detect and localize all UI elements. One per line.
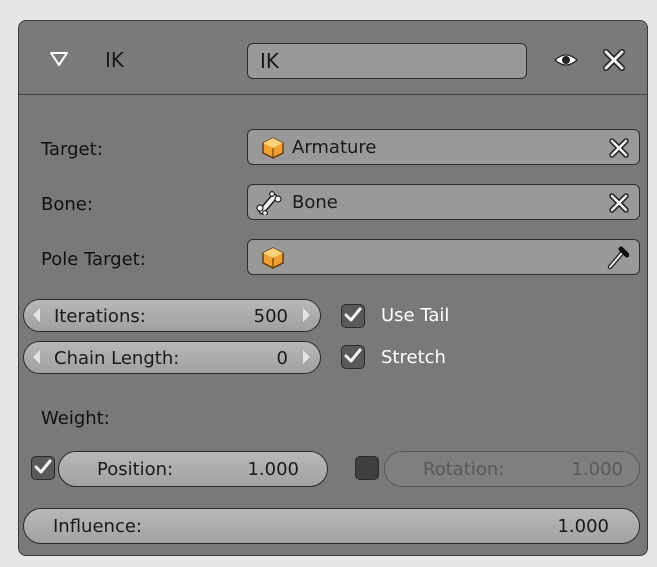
chain-length-label: Chain Length:: [54, 348, 180, 369]
checkmark-icon: [344, 348, 362, 363]
increment-arrow-icon[interactable]: [303, 308, 310, 322]
object-cube-icon: [262, 247, 284, 269]
eye-icon[interactable]: [553, 50, 579, 70]
collapse-triangle-icon[interactable]: [50, 52, 68, 66]
panel-header: IK IK: [19, 21, 647, 95]
position-value: 1.000: [247, 459, 299, 480]
pole-target-label: Pole Target:: [41, 249, 146, 270]
checkmark-icon: [34, 459, 52, 474]
position-weight-slider[interactable]: Position: 1.000: [58, 451, 328, 487]
chain-length-value: 0: [276, 348, 288, 369]
rotation-value: 1.000: [571, 459, 623, 480]
increment-arrow-icon[interactable]: [303, 350, 310, 364]
influence-label: Influence:: [53, 516, 142, 537]
iterations-slider[interactable]: Iterations: 500: [23, 299, 321, 332]
clear-x-icon[interactable]: [607, 136, 631, 160]
pole-target-field[interactable]: [247, 239, 640, 275]
decrement-arrow-icon[interactable]: [33, 350, 40, 364]
rotation-weight-slider: Rotation: 1.000: [384, 451, 640, 487]
iterations-label: Iterations:: [54, 306, 146, 327]
delete-x-icon[interactable]: [601, 47, 627, 73]
chain-length-slider[interactable]: Chain Length: 0: [23, 341, 321, 374]
object-cube-icon: [262, 137, 284, 159]
eyedropper-icon[interactable]: [607, 246, 629, 270]
bone-value: Bone: [292, 192, 338, 213]
bone-field[interactable]: Bone: [247, 184, 640, 220]
weight-label: Weight:: [41, 408, 110, 429]
bone-icon: [256, 191, 282, 215]
target-value: Armature: [292, 137, 377, 158]
constraint-title: IK: [105, 48, 125, 72]
constraint-name-input[interactable]: IK: [247, 43, 527, 79]
position-checkbox[interactable]: [31, 456, 55, 480]
rotation-label: Rotation:: [423, 459, 505, 480]
stretch-label[interactable]: Stretch: [381, 347, 446, 368]
target-label: Target:: [41, 139, 103, 160]
target-field[interactable]: Armature: [247, 129, 640, 165]
position-label: Position:: [97, 459, 174, 480]
use-tail-label[interactable]: Use Tail: [381, 305, 449, 326]
influence-slider[interactable]: Influence: 1.000: [23, 508, 640, 544]
checkmark-icon: [344, 307, 362, 322]
constraint-panel: IK IK Target: Armature Bone: Bone Pole T…: [18, 20, 648, 556]
rotation-checkbox[interactable]: [355, 456, 379, 480]
decrement-arrow-icon[interactable]: [33, 308, 40, 322]
stretch-checkbox[interactable]: [341, 345, 365, 369]
iterations-value: 500: [253, 306, 288, 327]
clear-x-icon[interactable]: [607, 191, 631, 215]
use-tail-checkbox[interactable]: [341, 304, 365, 328]
influence-value: 1.000: [557, 516, 609, 537]
bone-label: Bone:: [41, 194, 93, 215]
